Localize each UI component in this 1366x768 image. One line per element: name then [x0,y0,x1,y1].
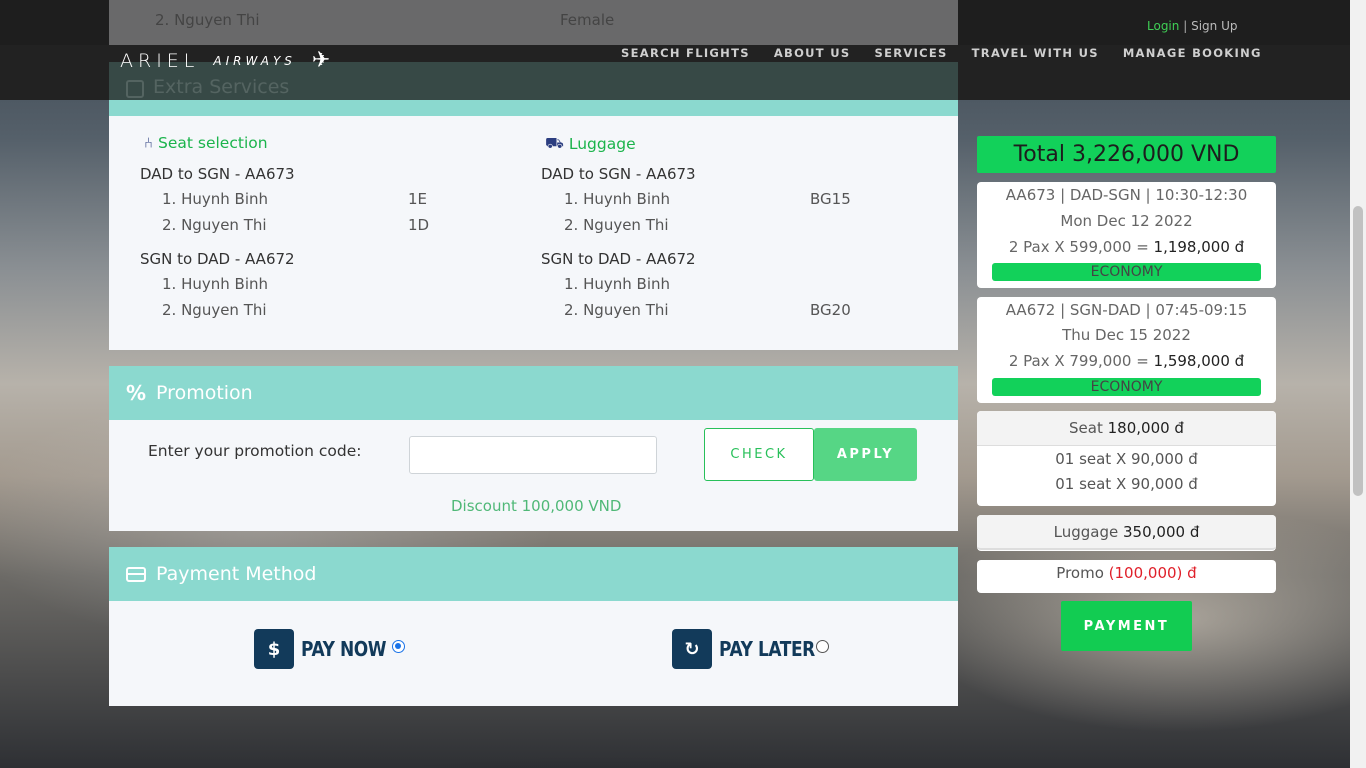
flight-price-calc: 2 Pax X 599,000 = [1008,238,1154,256]
seat-pax-name: 2. Nguyen Thi [162,301,267,319]
login-link[interactable]: Login [1147,19,1179,33]
apply-button[interactable]: APPLY [814,428,917,481]
flight-date: Thu Dec 15 2022 [1062,326,1191,344]
auth-separator: | [1183,19,1188,33]
flight-price: 2 Pax X 799,000 = 1,598,000 đ [977,352,1276,370]
seat-cost-header: Seat 180,000 đ [977,411,1276,446]
luggage-title: ⛟ Luggage [545,134,636,154]
seat-cost-label: Seat [1069,419,1108,437]
luggage-cost-header: Luggage 350,000 đ [977,515,1276,550]
nav-search-flights[interactable]: SEARCH FLIGHTS [621,46,750,60]
extra-services-panel: ⑃ Seat selection DAD to SGN - AA673 1. H… [109,116,958,350]
brand-sub: AIRWAYS [213,53,296,68]
promo-cost-label: Promo [1056,564,1109,582]
seat-pax-name: 2. Nguyen Thi [162,216,267,234]
nav-travel-with-us[interactable]: TRAVEL WITH US [972,46,1099,60]
pay-later-radio[interactable] [816,640,829,653]
seat-route-1: DAD to SGN - AA673 [140,165,295,183]
promotion-code-input[interactable] [409,436,657,474]
flight-card: AA672 | SGN-DAD | 07:45-09:15 Thu Dec 15… [977,297,1276,403]
seat-route-2: SGN to DAD - AA672 [140,250,295,268]
flight-price-calc: 2 Pax X 799,000 = [1008,352,1154,370]
page-scrollbar[interactable] [1350,0,1366,768]
promotion-panel: % Promotion Enter your promotion code: C… [109,366,958,531]
passenger-row-faded: 2. Nguyen Thi Female [109,0,958,45]
payment-method-title: Payment Method [156,563,317,585]
promotion-title: Promotion [156,382,253,404]
seat-selection-label: Seat selection [158,134,268,152]
seat-cost-amount: 180,000 đ [1107,419,1184,437]
promo-cost-line: Promo (100,000) đ [977,560,1276,586]
main-nav: SEARCH FLIGHTS ABOUT US SERVICES TRAVEL … [621,46,1262,60]
seat-cost-line: 01 seat X 90,000 đ [1055,475,1198,493]
nav-services[interactable]: SERVICES [874,46,947,60]
auth-links: Login | Sign Up [1147,19,1237,33]
pay-now-option[interactable]: $ PAY NOW [254,629,401,669]
seat-icon: ⑃ [144,134,154,152]
seat-pax-name: 1. Huynh Binh [162,190,268,208]
pay-now-label: PAY NOW [301,637,387,661]
promo-cost-card: Promo (100,000) đ [977,560,1276,593]
nav-about-us[interactable]: ABOUT US [774,46,851,60]
luggage-pax-value: BG20 [810,301,851,319]
seat-pax-value: 1D [408,216,430,234]
promotion-code-label: Enter your promotion code: [148,442,362,460]
flight-price-total: 1,198,000 đ [1153,238,1245,256]
luggage-pax-name: 1. Huynh Binh [564,190,670,208]
seat-cost-card: Seat 180,000 đ 01 seat X 90,000 đ 01 sea… [977,411,1276,506]
total-price: Total 3,226,000 VND [977,136,1276,173]
brand-logo[interactable]: ARIEL AIRWAYS ✈ [120,48,330,73]
credit-card-icon [126,566,146,582]
pay-later-label: PAY LATER [719,637,815,661]
pay-later-option[interactable]: ↻ PAY LATER [672,629,832,669]
seat-selection-title: ⑃ Seat selection [144,134,268,152]
airplane-icon: ✈ [311,48,331,73]
seat-pax-value: 1E [408,190,428,208]
promotion-header: % Promotion [109,366,958,420]
flight-info: AA672 | SGN-DAD | 07:45-09:15 [1005,301,1248,319]
nav-manage-booking[interactable]: MANAGE BOOKING [1123,46,1262,60]
scrollbar-thumb[interactable] [1353,206,1363,496]
luggage-icon: ⛟ [545,134,564,152]
fare-class-badge: ECONOMY [992,378,1261,396]
luggage-route-1: DAD to SGN - AA673 [541,165,696,183]
payment-method-header: Payment Method [109,547,958,601]
extra-services-header-bar [109,100,958,116]
discount-text: Discount 100,000 VND [451,497,622,515]
promo-cost-amount: (100,000) đ [1108,564,1197,582]
payment-button[interactable]: PAYMENT [1061,601,1192,651]
brand-name: ARIEL [120,49,200,72]
luggage-pax-name: 2. Nguyen Thi [564,216,669,234]
payment-method-panel: Payment Method $ PAY NOW ↻ PAY LATER [109,547,958,706]
flight-info: AA673 | DAD-SGN | 10:30-12:30 [1005,186,1248,204]
luggage-pax-value: BG15 [810,190,851,208]
hand-dollar-icon: $ [254,629,294,669]
extra-services-title: Extra Services [153,76,290,98]
flight-price: 2 Pax X 599,000 = 1,198,000 đ [977,238,1276,256]
luggage-pax-name: 1. Huynh Binh [564,275,670,293]
passenger-name: 2. Nguyen Thi [155,11,260,29]
fare-class-badge: ECONOMY [992,263,1261,281]
passenger-gender: Female [560,11,615,29]
check-button[interactable]: CHECK [704,428,814,481]
percent-icon: % [126,381,147,405]
luggage-cost-amount: 350,000 đ [1123,523,1200,541]
flight-date: Mon Dec 12 2022 [1060,212,1193,230]
seat-pax-name: 1. Huynh Binh [162,275,268,293]
luggage-cost-label: Luggage [1053,523,1124,541]
luggage-pax-name: 2. Nguyen Thi [564,301,669,319]
flight-price-total: 1,598,000 đ [1153,352,1245,370]
plus-square-icon [126,80,144,98]
luggage-label: Luggage [568,135,636,153]
hand-clock-icon: ↻ [672,629,712,669]
seat-cost-line: 01 seat X 90,000 đ [1055,450,1198,468]
luggage-cost-card: Luggage 350,000 đ [977,515,1276,551]
pay-now-radio[interactable] [392,640,405,653]
flight-card: AA673 | DAD-SGN | 10:30-12:30 Mon Dec 12… [977,182,1276,288]
luggage-route-2: SGN to DAD - AA672 [541,250,696,268]
signup-link[interactable]: Sign Up [1191,19,1237,33]
